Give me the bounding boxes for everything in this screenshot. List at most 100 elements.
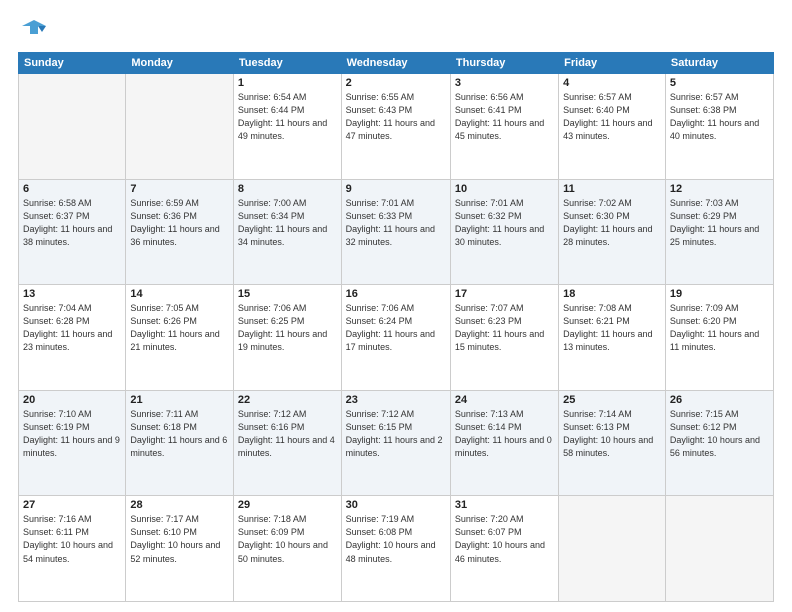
day-info: Sunrise: 6:54 AM Sunset: 6:44 PM Dayligh… <box>238 91 337 143</box>
day-info: Sunrise: 7:09 AM Sunset: 6:20 PM Dayligh… <box>670 302 769 354</box>
calendar-cell: 18 Sunrise: 7:08 AM Sunset: 6:21 PM Dayli… <box>559 285 666 391</box>
calendar-cell: 12 Sunrise: 7:03 AM Sunset: 6:29 PM Dayli… <box>665 179 773 285</box>
calendar-cell: 9 Sunrise: 7:01 AM Sunset: 6:33 PM Daylig… <box>341 179 450 285</box>
day-info: Sunrise: 7:20 AM Sunset: 6:07 PM Dayligh… <box>455 513 554 565</box>
day-info: Sunrise: 7:11 AM Sunset: 6:18 PM Dayligh… <box>130 408 229 460</box>
calendar-cell: 17 Sunrise: 7:07 AM Sunset: 6:23 PM Dayli… <box>450 285 558 391</box>
calendar-cell <box>665 496 773 602</box>
weekday-header: Thursday <box>450 53 558 74</box>
day-info: Sunrise: 7:06 AM Sunset: 6:24 PM Dayligh… <box>346 302 446 354</box>
calendar-cell: 1 Sunrise: 6:54 AM Sunset: 6:44 PM Daylig… <box>233 74 341 180</box>
day-info: Sunrise: 7:02 AM Sunset: 6:30 PM Dayligh… <box>563 197 661 249</box>
day-info: Sunrise: 7:10 AM Sunset: 6:19 PM Dayligh… <box>23 408 121 460</box>
day-info: Sunrise: 7:05 AM Sunset: 6:26 PM Dayligh… <box>130 302 229 354</box>
day-info: Sunrise: 7:04 AM Sunset: 6:28 PM Dayligh… <box>23 302 121 354</box>
day-number: 30 <box>346 499 446 511</box>
calendar-cell: 6 Sunrise: 6:58 AM Sunset: 6:37 PM Daylig… <box>19 179 126 285</box>
day-number: 4 <box>563 77 661 89</box>
day-info: Sunrise: 6:58 AM Sunset: 6:37 PM Dayligh… <box>23 197 121 249</box>
day-info: Sunrise: 7:01 AM Sunset: 6:32 PM Dayligh… <box>455 197 554 249</box>
calendar-cell: 30Sunrise: 7:19 AM Sunset: 6:08 PM Dayli… <box>341 496 450 602</box>
day-number: 28 <box>130 499 229 511</box>
day-number: 21 <box>130 394 229 406</box>
calendar-cell: 14 Sunrise: 7:05 AM Sunset: 6:26 PM Dayli… <box>126 285 234 391</box>
day-info: Sunrise: 7:16 AM Sunset: 6:11 PM Dayligh… <box>23 513 121 565</box>
day-info: Sunrise: 7:07 AM Sunset: 6:23 PM Dayligh… <box>455 302 554 354</box>
weekday-header: Monday <box>126 53 234 74</box>
day-number: 27 <box>23 499 121 511</box>
day-number: 20 <box>23 394 121 406</box>
calendar-cell: 29Sunrise: 7:18 AM Sunset: 6:09 PM Dayli… <box>233 496 341 602</box>
calendar-cell: 24 Sunrise: 7:13 AM Sunset: 6:14 PM Dayli… <box>450 390 558 496</box>
calendar-cell: 10Sunrise: 7:01 AM Sunset: 6:32 PM Dayli… <box>450 179 558 285</box>
weekday-header: Friday <box>559 53 666 74</box>
day-info: Sunrise: 7:13 AM Sunset: 6:14 PM Dayligh… <box>455 408 554 460</box>
day-number: 1 <box>238 77 337 89</box>
day-number: 9 <box>346 183 446 195</box>
day-number: 18 <box>563 288 661 300</box>
calendar-cell: 25 Sunrise: 7:14 AM Sunset: 6:13 PM Dayli… <box>559 390 666 496</box>
calendar-cell: 31Sunrise: 7:20 AM Sunset: 6:07 PM Dayli… <box>450 496 558 602</box>
day-info: Sunrise: 7:14 AM Sunset: 6:13 PM Dayligh… <box>563 408 661 460</box>
calendar-cell: 21 Sunrise: 7:11 AM Sunset: 6:18 PM Dayli… <box>126 390 234 496</box>
day-info: Sunrise: 7:12 AM Sunset: 6:15 PM Dayligh… <box>346 408 446 460</box>
calendar-cell: 22 Sunrise: 7:12 AM Sunset: 6:16 PM Dayli… <box>233 390 341 496</box>
day-number: 13 <box>23 288 121 300</box>
day-number: 19 <box>670 288 769 300</box>
calendar-cell: 5 Sunrise: 6:57 AM Sunset: 6:38 PM Daylig… <box>665 74 773 180</box>
day-info: Sunrise: 7:00 AM Sunset: 6:34 PM Dayligh… <box>238 197 337 249</box>
calendar-cell: 20 Sunrise: 7:10 AM Sunset: 6:19 PM Dayli… <box>19 390 126 496</box>
day-info: Sunrise: 7:12 AM Sunset: 6:16 PM Dayligh… <box>238 408 337 460</box>
calendar-cell <box>126 74 234 180</box>
calendar-cell: 13 Sunrise: 7:04 AM Sunset: 6:28 PM Dayli… <box>19 285 126 391</box>
day-number: 5 <box>670 77 769 89</box>
calendar-cell: 26Sunrise: 7:15 AM Sunset: 6:12 PM Dayli… <box>665 390 773 496</box>
weekday-header: Saturday <box>665 53 773 74</box>
day-number: 29 <box>238 499 337 511</box>
calendar-cell: 15Sunrise: 7:06 AM Sunset: 6:25 PM Dayli… <box>233 285 341 391</box>
calendar-cell: 11 Sunrise: 7:02 AM Sunset: 6:30 PM Dayli… <box>559 179 666 285</box>
logo <box>18 16 48 44</box>
day-number: 26 <box>670 394 769 406</box>
day-number: 16 <box>346 288 446 300</box>
calendar-cell <box>559 496 666 602</box>
day-info: Sunrise: 7:03 AM Sunset: 6:29 PM Dayligh… <box>670 197 769 249</box>
day-info: Sunrise: 6:56 AM Sunset: 6:41 PM Dayligh… <box>455 91 554 143</box>
calendar-cell: 27 Sunrise: 7:16 AM Sunset: 6:11 PM Dayli… <box>19 496 126 602</box>
calendar-cell: 3 Sunrise: 6:56 AM Sunset: 6:41 PM Daylig… <box>450 74 558 180</box>
calendar-cell: 7Sunrise: 6:59 AM Sunset: 6:36 PM Daylig… <box>126 179 234 285</box>
day-number: 17 <box>455 288 554 300</box>
day-number: 14 <box>130 288 229 300</box>
calendar-cell: 2 Sunrise: 6:55 AM Sunset: 6:43 PM Daylig… <box>341 74 450 180</box>
day-number: 11 <box>563 183 661 195</box>
day-number: 8 <box>238 183 337 195</box>
calendar-cell: 4 Sunrise: 6:57 AM Sunset: 6:40 PM Daylig… <box>559 74 666 180</box>
weekday-header: Sunday <box>19 53 126 74</box>
day-info: Sunrise: 6:57 AM Sunset: 6:40 PM Dayligh… <box>563 91 661 143</box>
day-number: 6 <box>23 183 121 195</box>
day-info: Sunrise: 7:08 AM Sunset: 6:21 PM Dayligh… <box>563 302 661 354</box>
logo-bird-icon <box>20 16 48 44</box>
day-number: 24 <box>455 394 554 406</box>
day-info: Sunrise: 6:57 AM Sunset: 6:38 PM Dayligh… <box>670 91 769 143</box>
day-number: 3 <box>455 77 554 89</box>
day-info: Sunrise: 7:01 AM Sunset: 6:33 PM Dayligh… <box>346 197 446 249</box>
day-number: 25 <box>563 394 661 406</box>
day-number: 2 <box>346 77 446 89</box>
calendar-cell: 16 Sunrise: 7:06 AM Sunset: 6:24 PM Dayli… <box>341 285 450 391</box>
day-info: Sunrise: 7:17 AM Sunset: 6:10 PM Dayligh… <box>130 513 229 565</box>
weekday-header: Tuesday <box>233 53 341 74</box>
day-number: 7 <box>130 183 229 195</box>
day-number: 15 <box>238 288 337 300</box>
day-number: 23 <box>346 394 446 406</box>
day-number: 22 <box>238 394 337 406</box>
calendar-cell: 28 Sunrise: 7:17 AM Sunset: 6:10 PM Dayli… <box>126 496 234 602</box>
calendar-cell: 19 Sunrise: 7:09 AM Sunset: 6:20 PM Dayli… <box>665 285 773 391</box>
calendar-cell: 8 Sunrise: 7:00 AM Sunset: 6:34 PM Daylig… <box>233 179 341 285</box>
weekday-header: Wednesday <box>341 53 450 74</box>
page: SundayMondayTuesdayWednesdayThursdayFrid… <box>0 0 792 612</box>
calendar-cell <box>19 74 126 180</box>
header <box>18 16 774 44</box>
day-info: Sunrise: 6:55 AM Sunset: 6:43 PM Dayligh… <box>346 91 446 143</box>
day-number: 12 <box>670 183 769 195</box>
